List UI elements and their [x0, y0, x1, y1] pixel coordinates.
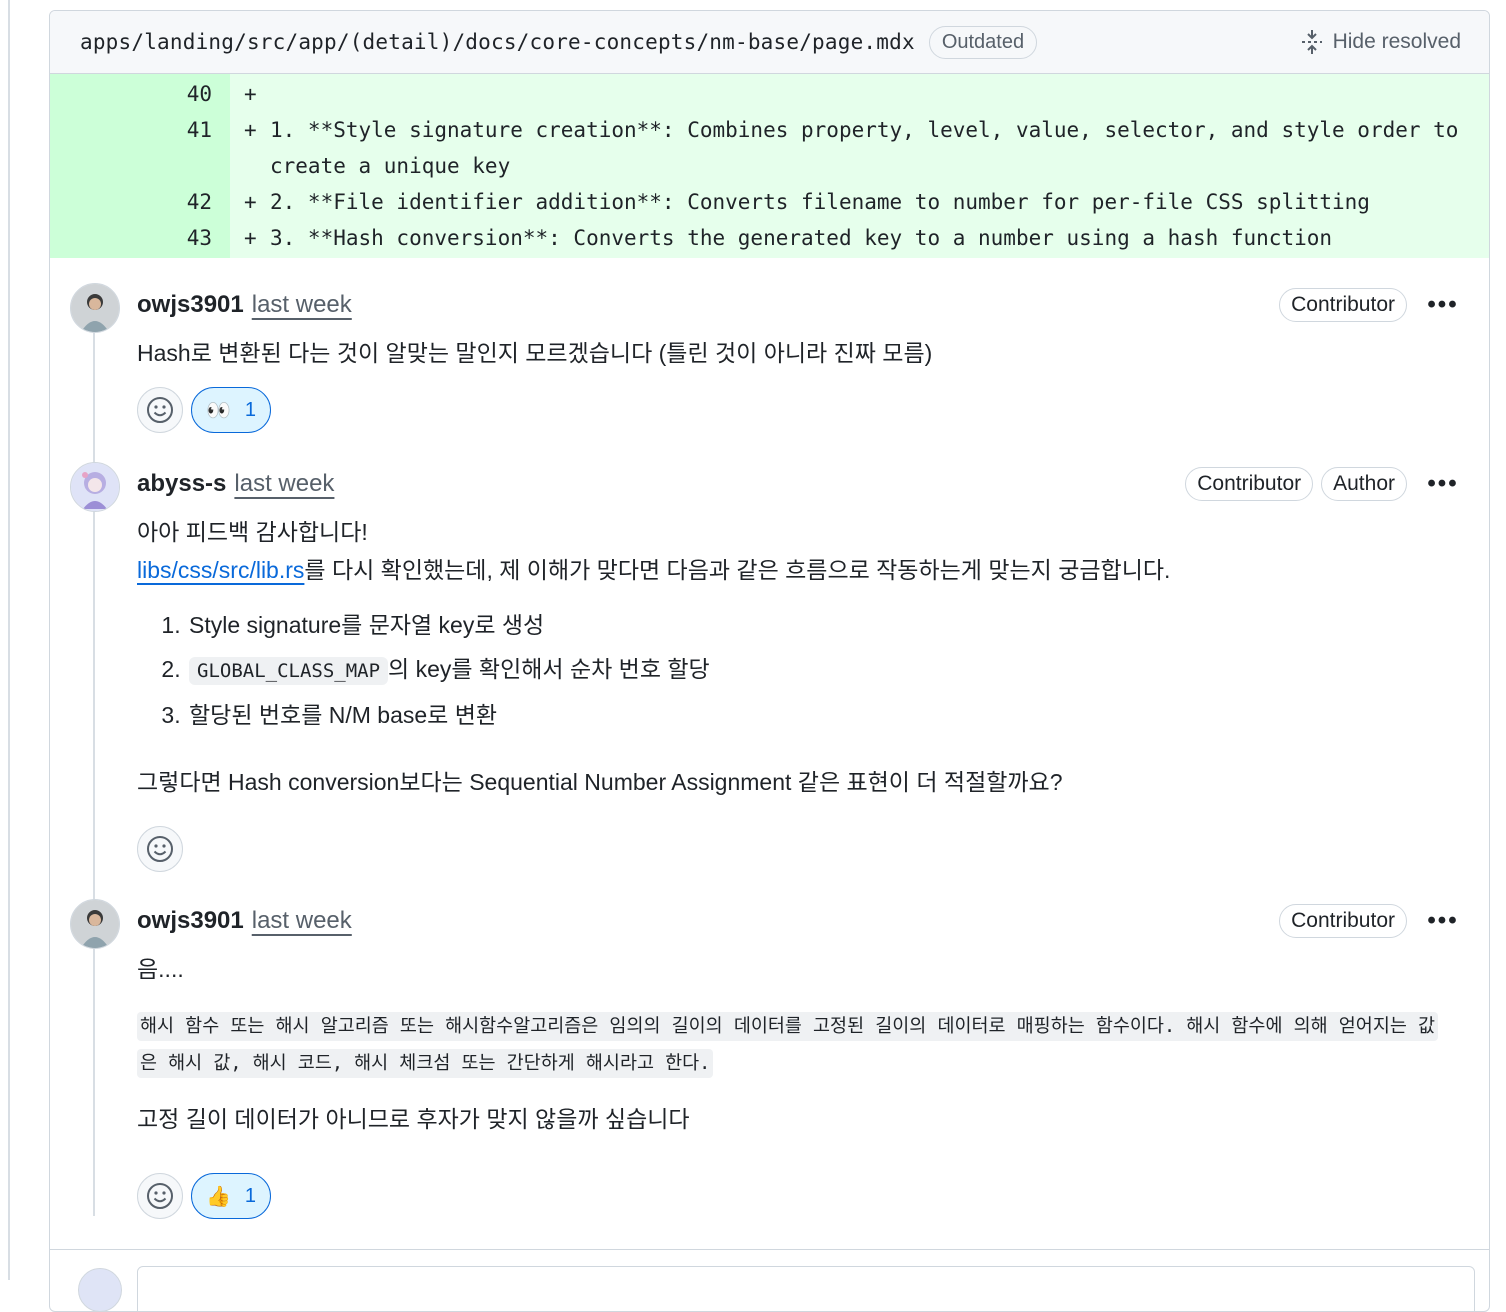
- line-number[interactable]: 40: [50, 74, 230, 112]
- reactions-bar: [137, 826, 183, 872]
- add-reaction-button[interactable]: [137, 826, 183, 872]
- smiley-icon: [147, 836, 173, 862]
- thumbs-up-icon: 👍: [206, 1185, 231, 1208]
- eyes-reaction[interactable]: 👀 1: [191, 387, 272, 433]
- line-number[interactable]: 41: [50, 112, 230, 184]
- timestamp[interactable]: last week: [234, 470, 334, 498]
- author-name[interactable]: owjs3901: [137, 907, 244, 935]
- comment-body: 아아 피드백 감사합니다! libs/css/src/lib.rs를 다시 확인…: [137, 513, 1449, 801]
- hide-resolved-button[interactable]: Hide resolved: [1301, 30, 1461, 54]
- flow-list: Style signature를 문자열 key로 생성 GLOBAL_CLAS…: [137, 603, 1449, 737]
- review-thread-panel: apps/landing/src/app/(detail)/docs/core-…: [49, 10, 1490, 1312]
- smiley-icon: [147, 397, 173, 423]
- comment-line: 음....: [137, 956, 184, 982]
- reply-input[interactable]: [137, 1266, 1475, 1311]
- smiley-icon: [147, 1183, 173, 1209]
- thread-line: [93, 296, 95, 1216]
- avatar[interactable]: [70, 899, 120, 949]
- line-number[interactable]: 42: [50, 184, 230, 220]
- diff-row: 41 +1. **Style signature creation**: Com…: [50, 112, 1489, 184]
- add-reaction-button[interactable]: [137, 387, 183, 433]
- diff-row: 40 +: [50, 74, 1489, 112]
- comment-text: 를 다시 확인했는데, 제 이해가 맞다면 다음과 같은 흐름으로 작동하는게 …: [304, 557, 1171, 583]
- add-reaction-button[interactable]: [137, 1173, 183, 1219]
- contributor-badge: Contributor: [1279, 904, 1407, 938]
- avatar[interactable]: [70, 462, 120, 512]
- inline-code: GLOBAL_CLASS_MAP: [189, 657, 389, 685]
- comment-body: 음.... 해시 함수 또는 해시 알고리즘 또는 해시함수알고리즘은 임의의 …: [137, 950, 1449, 1138]
- reaction-count: 1: [244, 398, 257, 421]
- thumbs-up-reaction[interactable]: 👍 1: [191, 1173, 272, 1219]
- list-item: GLOBAL_CLASS_MAP의 key를 확인해서 순차 번호 할당: [187, 647, 1449, 693]
- quoted-code: 해시 함수 또는 해시 알고리즘 또는 해시함수알고리즘은 임의의 길이의 데이…: [137, 1008, 1449, 1082]
- author-name[interactable]: owjs3901: [137, 291, 244, 319]
- author-name[interactable]: abyss-s: [137, 470, 226, 498]
- contributor-badge: Contributor: [1185, 467, 1314, 501]
- comment-header: owjs3901 last week Contributor •••: [137, 901, 1461, 941]
- comment-body: Hash로 변환된 다는 것이 알맞는 말인지 모르겠습니다 (틀린 것이 아니…: [137, 334, 1449, 372]
- author-badge: Author: [1321, 467, 1407, 501]
- divider: [50, 1249, 1489, 1250]
- diff-sign: +: [244, 82, 257, 106]
- comment-text: Hash로 변환된 다는 것이 알맞는 말인지 모르겠습니다 (틀린 것이 아니…: [137, 340, 933, 366]
- comment-line: 그렇다면 Hash conversion보다는 Sequential Numbe…: [137, 769, 1063, 795]
- list-item: Style signature를 문자열 key로 생성: [187, 603, 1449, 647]
- more-options-icon[interactable]: •••: [1425, 907, 1461, 935]
- file-link[interactable]: libs/css/src/lib.rs: [137, 557, 304, 583]
- comment-header: abyss-s last week Contributor Author •••: [137, 464, 1461, 504]
- timestamp[interactable]: last week: [252, 907, 352, 935]
- list-item: 할당된 번호를 N/M base로 변환: [187, 693, 1449, 737]
- comment-line: 아아 피드백 감사합니다!: [137, 519, 368, 545]
- timestamp[interactable]: last week: [252, 291, 352, 319]
- code-line: 2. **File identifier addition**: Convert…: [270, 190, 1370, 214]
- diff-sign: +: [244, 118, 257, 142]
- diff-row: 42 +2. **File identifier addition**: Con…: [50, 184, 1489, 220]
- comment-header: owjs3901 last week Contributor •••: [137, 285, 1461, 325]
- quoted-code-text: 해시 함수 또는 해시 알고리즘 또는 해시함수알고리즘은 임의의 길이의 데이…: [137, 1012, 1439, 1078]
- diff-hunk: 40 + 41 +1. **Style signature creation**…: [50, 74, 1489, 258]
- more-options-icon[interactable]: •••: [1425, 291, 1461, 319]
- more-options-icon[interactable]: •••: [1425, 470, 1461, 498]
- comment-line: libs/css/src/lib.rs를 다시 확인했는데, 제 이해가 맞다면…: [137, 551, 1449, 589]
- line-number[interactable]: 43: [50, 220, 230, 258]
- comment-line: 고정 길이 데이터가 아니므로 후자가 맞지 않을까 싶습니다: [137, 1106, 690, 1132]
- code-line: 1. **Style signature creation**: Combine…: [270, 118, 1472, 178]
- diff-row: 43 +3. **Hash conversion**: Converts the…: [50, 220, 1489, 258]
- diff-sign: +: [244, 190, 257, 214]
- reaction-count: 1: [244, 1184, 257, 1207]
- reactions-bar: 👍 1: [137, 1173, 272, 1219]
- reactions-bar: 👀 1: [137, 387, 272, 433]
- contributor-badge: Contributor: [1279, 288, 1407, 322]
- file-header: apps/landing/src/app/(detail)/docs/core-…: [50, 11, 1489, 74]
- hide-resolved-label: Hide resolved: [1332, 30, 1461, 53]
- list-item-text: 의 key를 확인해서 순차 번호 할당: [388, 656, 710, 682]
- code-line: 3. **Hash conversion**: Converts the gen…: [270, 226, 1333, 250]
- fold-icon: [1301, 30, 1322, 54]
- left-rule: [8, 0, 10, 1280]
- reply-avatar: [78, 1268, 122, 1311]
- outdated-badge: Outdated: [928, 25, 1038, 59]
- diff-sign: +: [244, 226, 257, 250]
- file-path[interactable]: apps/landing/src/app/(detail)/docs/core-…: [80, 30, 915, 54]
- eyes-icon: 👀: [206, 399, 231, 422]
- avatar[interactable]: [70, 283, 120, 333]
